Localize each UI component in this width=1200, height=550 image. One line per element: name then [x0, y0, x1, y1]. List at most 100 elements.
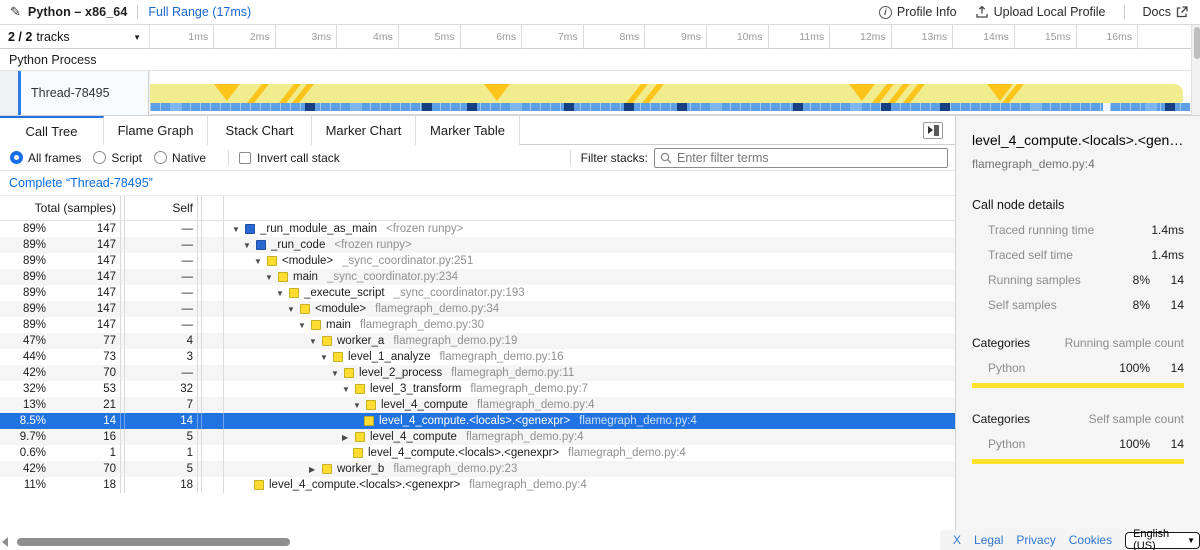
- footer-link-x[interactable]: X: [953, 533, 961, 547]
- table-row[interactable]: 89%147—▼mainflamegraph_demo.py:30: [0, 317, 955, 333]
- edit-profile-name-icon[interactable]: ✎: [10, 4, 21, 20]
- category-swatch-yellow: [267, 256, 277, 266]
- cell-gap: [202, 429, 224, 445]
- breadcrumb-root-link[interactable]: Complete “Thread-78495”: [9, 176, 153, 190]
- chevron-down-icon: ▼: [1187, 536, 1195, 545]
- table-row[interactable]: 89%147—▼_execute_script_sync_coordinator…: [0, 285, 955, 301]
- expand-arrow-icon[interactable]: ▶: [309, 465, 322, 474]
- radio-all-frames[interactable]: All frames: [10, 151, 93, 165]
- upload-profile-button[interactable]: Upload Local Profile: [975, 5, 1106, 19]
- radio-native[interactable]: Native: [154, 151, 218, 165]
- table-row[interactable]: 47%774▼worker_aflamegraph_demo.py:19: [0, 333, 955, 349]
- invert-call-stack-toggle[interactable]: Invert call stack: [239, 151, 340, 165]
- language-select-value: English (US): [1133, 528, 1187, 550]
- collapse-arrow-icon[interactable]: ▼: [276, 289, 289, 298]
- table-row[interactable]: 9.7%165▶level_4_computeflamegraph_demo.p…: [0, 429, 955, 445]
- invert-checkbox[interactable]: [239, 152, 251, 164]
- sidebar-toggle-arrow-icon: [928, 126, 933, 134]
- radio-script[interactable]: Script: [93, 151, 154, 165]
- tab-flame-graph[interactable]: Flame Graph: [104, 116, 208, 145]
- process-track-row[interactable]: Python Process: [0, 49, 1200, 71]
- table-row[interactable]: 42%70—▼level_2_processflamegraph_demo.py…: [0, 365, 955, 381]
- footer-link-cookies[interactable]: Cookies: [1069, 533, 1112, 547]
- upload-icon: [975, 5, 989, 19]
- timeline-vertical-scrollbar[interactable]: [1191, 25, 1200, 115]
- detail-row: Traced running time1.4ms: [972, 223, 1184, 237]
- category-swatch-yellow: [289, 288, 299, 298]
- radio-label: Script: [111, 151, 142, 165]
- docs-link[interactable]: Docs: [1143, 5, 1188, 19]
- collapse-arrow-icon[interactable]: ▼: [232, 225, 245, 234]
- table-row[interactable]: 0.6%11level_4_compute.<locals>.<genexpr>…: [0, 445, 955, 461]
- column-total[interactable]: Total (samples): [0, 201, 120, 215]
- cell-gap: [202, 365, 224, 381]
- thread-track-row: Thread-78495: [0, 71, 1200, 115]
- sidebar-toggle-button[interactable]: [923, 122, 943, 139]
- table-row[interactable]: 44%733▼level_1_analyzeflamegraph_demo.py…: [0, 349, 955, 365]
- language-select[interactable]: English (US)▼: [1125, 532, 1200, 549]
- sample-segment: [350, 103, 362, 111]
- firefox-profiler-app: ✎ Python – x86_64 Full Range (17ms) i Pr…: [0, 0, 1200, 550]
- horizontal-scrollbar-thumb[interactable]: [17, 538, 290, 546]
- collapse-arrow-icon[interactable]: ▼: [309, 337, 322, 346]
- collapse-arrow-icon[interactable]: ▼: [254, 257, 267, 266]
- collapse-arrow-icon[interactable]: ▼: [243, 241, 256, 250]
- filter-stacks-input[interactable]: [677, 151, 942, 165]
- table-row[interactable]: 89%147—▼_run_code<frozen runpy>: [0, 237, 955, 253]
- collapse-arrow-icon[interactable]: ▼: [320, 353, 333, 362]
- cell-total-percent: 42%: [0, 367, 50, 379]
- table-row[interactable]: 89%147—▼<module>_sync_coordinator.py:251: [0, 253, 955, 269]
- table-row[interactable]: 89%147—▼<module>flamegraph_demo.py:34: [0, 301, 955, 317]
- function-name: worker_a: [337, 335, 384, 347]
- expand-arrow-icon[interactable]: ▶: [342, 433, 355, 442]
- tab-marker-chart[interactable]: Marker Chart: [312, 116, 416, 145]
- panel-tab-bar: Call TreeFlame GraphStack ChartMarker Ch…: [0, 116, 955, 145]
- table-row[interactable]: 89%147—▼main_sync_coordinator.py:234: [0, 269, 955, 285]
- cell-total-samples: 21: [50, 399, 120, 411]
- collapse-arrow-icon[interactable]: ▼: [298, 321, 311, 330]
- column-self[interactable]: Self: [125, 201, 197, 215]
- collapse-arrow-icon[interactable]: ▼: [265, 273, 278, 282]
- detail-label: Self samples: [972, 298, 1108, 312]
- table-row[interactable]: 89%147—▼_run_module_as_main<frozen runpy…: [0, 221, 955, 237]
- cell-function: ▼level_4_computeflamegraph_demo.py:4: [224, 399, 955, 411]
- table-row[interactable]: 32%5332▼level_3_transformflamegraph_demo…: [0, 381, 955, 397]
- function-file: flamegraph_demo.py:4: [579, 415, 697, 427]
- collapse-arrow-icon[interactable]: ▼: [353, 401, 366, 410]
- hscroll-left-arrow[interactable]: [2, 537, 8, 547]
- thread-activity-graph[interactable]: [150, 71, 1191, 115]
- table-row[interactable]: 11%1818level_4_compute.<locals>.<genexpr…: [0, 477, 955, 493]
- category-value: 14: [1150, 437, 1184, 451]
- collapse-arrow-icon[interactable]: ▼: [287, 305, 300, 314]
- table-row[interactable]: 8.5%1414level_4_compute.<locals>.<genexp…: [0, 413, 955, 429]
- table-row[interactable]: 13%217▼level_4_computeflamegraph_demo.py…: [0, 397, 955, 413]
- detail-percent: 8%: [1108, 298, 1150, 312]
- call-node-details: Traced running time1.4msTraced self time…: [972, 223, 1184, 312]
- sample-segment: [1145, 103, 1157, 111]
- collapse-arrow-icon[interactable]: ▼: [342, 385, 355, 394]
- full-range-link[interactable]: Full Range (17ms): [148, 5, 251, 19]
- cell-total-percent: 89%: [0, 319, 50, 331]
- selected-node-name: level_4_compute.<locals>.<genexpr>: [972, 132, 1184, 148]
- collapse-arrow-icon[interactable]: ▼: [331, 369, 344, 378]
- tab-stack-chart[interactable]: Stack Chart: [208, 116, 312, 145]
- sample-segment-dark: [624, 103, 634, 111]
- sample-segment-dark: [940, 103, 950, 111]
- radio-icon: [93, 151, 106, 164]
- category-percent: 100%: [1108, 361, 1150, 375]
- profile-info-button[interactable]: i Profile Info: [879, 5, 957, 19]
- footer-link-privacy[interactable]: Privacy: [1016, 533, 1055, 547]
- footer-link-legal[interactable]: Legal: [974, 533, 1003, 547]
- cell-gap: [202, 477, 224, 493]
- table-row[interactable]: 42%705▶worker_bflamegraph_demo.py:23: [0, 461, 955, 477]
- cell-total-samples: 147: [50, 287, 120, 299]
- thread-track-label[interactable]: Thread-78495: [18, 71, 149, 115]
- tracks-dropdown-button[interactable]: 2 / 2 tracks ▼: [0, 25, 150, 49]
- tab-marker-table[interactable]: Marker Table: [416, 116, 520, 145]
- function-name: main: [326, 319, 351, 331]
- cell-function: ▼main_sync_coordinator.py:234: [224, 271, 955, 283]
- cell-total-samples: 14: [50, 415, 120, 427]
- timeline-ruler: 1ms2ms3ms4ms5ms6ms7ms8ms9ms10ms11ms12ms1…: [150, 25, 1191, 49]
- category-swatch-yellow: [366, 400, 376, 410]
- tab-call-tree[interactable]: Call Tree: [0, 116, 104, 145]
